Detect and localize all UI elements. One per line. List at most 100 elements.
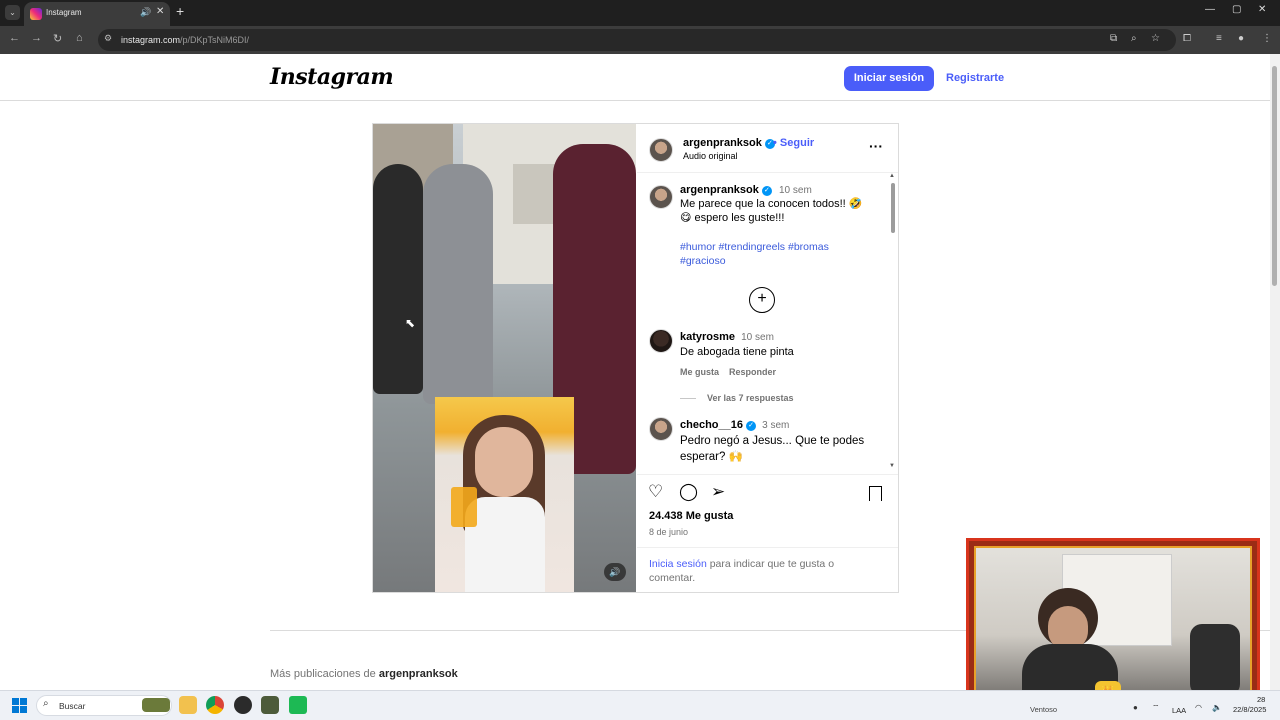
comment-icon[interactable]: ◯ — [679, 482, 698, 502]
post-header-divider — [637, 172, 898, 173]
media-control-icon[interactable]: ≡ — [1216, 33, 1222, 44]
tab-close-icon[interactable]: ✕ — [156, 6, 164, 17]
minimize-icon[interactable]: — — [1205, 4, 1215, 15]
login-hint-divider — [637, 547, 898, 548]
follow-button[interactable]: • Seguir — [773, 137, 814, 149]
like-count[interactable]: 24.438 Me gusta — [649, 510, 733, 522]
comment-username[interactable]: katyrosme — [680, 331, 735, 343]
windows-start-icon[interactable] — [12, 698, 27, 713]
network-icon[interactable]: ⌔ — [1152, 703, 1160, 713]
tank-widget-icon[interactable] — [142, 698, 170, 712]
back-icon[interactable]: ← — [9, 32, 20, 44]
comments-scroll-down-icon[interactable]: ▼ — [889, 463, 895, 469]
owner-name-text: argenpranksok — [683, 137, 762, 149]
more-icon[interactable]: ··· — [869, 138, 883, 154]
owner-username[interactable]: argenpranksok ✓ — [683, 137, 775, 149]
comment-header: checho__16 ✓ 3 sem — [680, 419, 789, 431]
maximize-icon[interactable]: ▢ — [1232, 4, 1241, 15]
more-posts-prefix: Más publicaciones de — [270, 668, 379, 680]
verified-badge-icon: ✓ — [761, 186, 772, 196]
caption-header: argenpranksok ✓ 10 sem — [680, 184, 812, 196]
streaming-app-icon[interactable] — [289, 696, 307, 714]
audio-label[interactable]: Audio original — [683, 151, 738, 161]
browser-menu-icon[interactable]: ⋮ — [1262, 33, 1272, 44]
volume-icon[interactable]: 🔈 — [1212, 703, 1222, 712]
site-info-icon[interactable]: ⚙ — [104, 33, 112, 44]
wifi-icon[interactable]: ◠ — [1195, 703, 1202, 712]
post-video[interactable] — [373, 124, 636, 592]
game-app-icon[interactable] — [261, 696, 279, 714]
caption-hashtags: #humor #trendingreels #bromas #gracioso — [680, 240, 880, 268]
comments-scrollbar-thumb[interactable] — [891, 183, 895, 233]
comment-username[interactable]: checho__16 — [680, 419, 743, 431]
url-domain: instagram.com — [121, 35, 181, 45]
more-posts-heading: Más publicaciones de argenpranksok — [270, 668, 458, 680]
hashtag-link[interactable]: #gracioso — [680, 254, 880, 268]
url-text[interactable]: instagram.com/p/DKpTsNiM6DI/ — [121, 35, 249, 45]
clock-date[interactable]: 22/8/2025 — [1233, 705, 1266, 714]
comment-avatar[interactable] — [649, 417, 673, 441]
hashtag-link[interactable]: #humor #trendingreels #bromas — [680, 240, 880, 254]
more-posts-user-link[interactable]: argenpranksok — [379, 668, 458, 680]
caption-avatar[interactable] — [649, 185, 673, 209]
weather-text[interactable]: Ventoso — [1030, 705, 1057, 714]
tab-search-button[interactable]: ⌄ — [5, 5, 20, 20]
comment-header: katyrosme 10 sem — [680, 331, 774, 343]
comment-avatar[interactable] — [649, 329, 673, 353]
tab-audio-icon[interactable]: 🔊 — [140, 7, 151, 18]
instagram-logo[interactable]: Instagram — [270, 64, 394, 90]
tab-title: Instagram — [46, 8, 82, 17]
url-bar[interactable] — [98, 29, 1176, 51]
comment-reply-button[interactable]: Responder — [729, 367, 776, 377]
view-replies-button[interactable]: Ver las 7 respuestas — [707, 393, 794, 403]
signup-link[interactable]: Registrarte — [946, 72, 1004, 84]
bookmark-icon[interactable] — [869, 486, 882, 501]
speaker-icon[interactable]: 🔊 — [604, 563, 626, 581]
comments-scroll-up-icon[interactable]: ▲ — [889, 173, 895, 179]
owner-avatar[interactable] — [649, 138, 673, 162]
caption-line: 😋 espero les guste!!! — [680, 212, 785, 224]
language-indicator[interactable]: LAA — [1172, 706, 1186, 715]
login-button[interactable]: Iniciar sesión — [844, 66, 934, 91]
profile-avatar-icon[interactable]: ● — [1238, 33, 1244, 44]
browser-tab-instagram[interactable]: Instagram 🔊 ✕ — [24, 2, 170, 26]
caption-text: Me parece que la conocen todos!! 🤣 😋 esp… — [680, 197, 880, 225]
post-date[interactable]: 8 de junio — [649, 527, 688, 537]
zoom-icon[interactable]: ⌕ — [1131, 33, 1137, 44]
window-close-icon[interactable]: ✕ — [1258, 4, 1266, 15]
obs-icon[interactable] — [234, 696, 252, 714]
send-icon[interactable]: ➢ — [711, 482, 725, 502]
caption-username[interactable]: argenpranksok — [680, 184, 759, 196]
home-icon[interactable]: ⌂ — [76, 32, 83, 44]
follow-label: Seguir — [779, 137, 815, 149]
bookmark-star-icon[interactable]: ☆ — [1151, 33, 1160, 44]
replies-line — [680, 398, 696, 399]
forward-icon[interactable]: → — [31, 32, 42, 44]
login-hint-link[interactable]: Inicia sesión — [649, 558, 707, 570]
clock-time[interactable]: 28 — [1257, 695, 1265, 704]
search-icon: ⌕ — [43, 698, 49, 709]
install-app-icon[interactable]: ⧉ — [1110, 33, 1117, 44]
actions-divider — [637, 474, 898, 475]
login-hint-text: comentar. — [649, 572, 696, 584]
chrome-icon[interactable] — [206, 696, 224, 714]
caption-time[interactable]: 10 sem — [779, 185, 812, 196]
follow-separator: • — [773, 137, 777, 149]
tray-icon[interactable]: ● — [1133, 703, 1138, 712]
browser-tabbar — [0, 0, 1280, 26]
new-tab-button[interactable]: + — [176, 3, 184, 19]
comment-like-button[interactable]: Me gusta — [680, 367, 719, 377]
header-divider — [0, 100, 1270, 101]
comment-time[interactable]: 10 sem — [741, 332, 774, 343]
page-scrollbar-thumb[interactable] — [1272, 66, 1277, 286]
load-more-comments-icon[interactable]: + — [749, 287, 775, 313]
extensions-icon[interactable]: ⧠ — [1183, 33, 1191, 44]
url-path: /p/DKpTsNiM6DI/ — [180, 35, 250, 45]
comment-text: De abogada tiene pinta — [680, 346, 794, 358]
file-explorer-icon[interactable] — [179, 696, 197, 714]
comment-time[interactable]: 3 sem — [762, 420, 789, 431]
mouse-cursor-icon: ⬉ — [405, 316, 416, 330]
verified-badge-icon: ✓ — [746, 421, 757, 431]
heart-icon[interactable]: ♡ — [648, 482, 663, 502]
reload-icon[interactable]: ↻ — [53, 32, 62, 45]
